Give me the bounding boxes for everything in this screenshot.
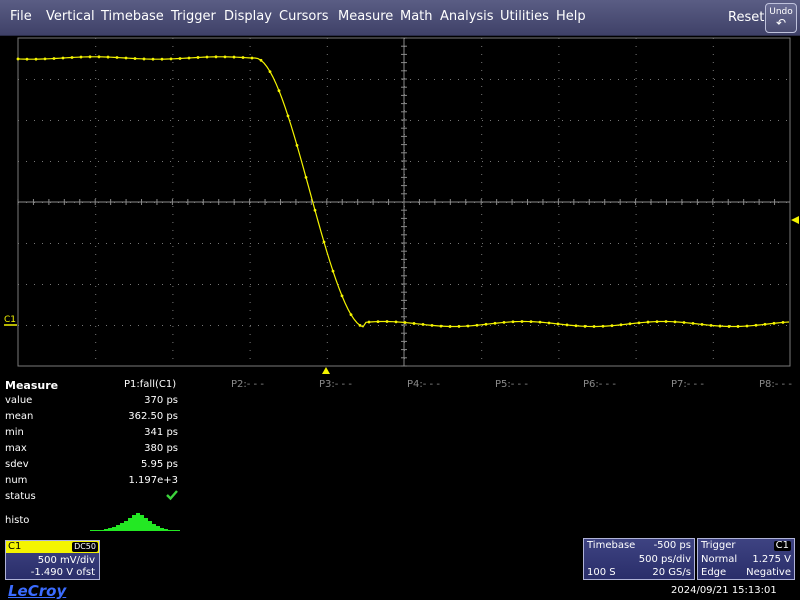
timebase-label: Timebase — [587, 540, 636, 551]
row-value-num: 1.197e+3 — [128, 475, 178, 486]
row-value-max: 380 ps — [144, 443, 178, 454]
reset-button[interactable]: Reset — [728, 10, 764, 25]
undo-button[interactable]: Undo ↶ — [765, 3, 797, 33]
waveform-display[interactable]: C1 — [0, 36, 800, 376]
trigger-level-marker[interactable] — [791, 216, 799, 224]
param-p5-header[interactable]: P5:- - - — [495, 379, 528, 390]
trigger-level: 1.275 V — [752, 554, 791, 565]
param-p1-header[interactable]: P1:fall(C1) — [124, 379, 176, 390]
c1-descriptor-header: C1 DC50 — [6, 541, 99, 553]
param-p2-header[interactable]: P2:- - - — [231, 379, 264, 390]
row-label-value: value — [5, 395, 33, 406]
c1-ground-marker[interactable]: C1 — [4, 315, 16, 325]
menu-file[interactable]: File — [10, 9, 32, 24]
undo-icon: ↶ — [775, 16, 787, 30]
timebase-delay: -500 ps — [653, 540, 691, 551]
menu-analysis[interactable]: Analysis — [440, 9, 494, 24]
menu-measure[interactable]: Measure — [338, 9, 393, 24]
trigger-mode: Normal — [701, 554, 738, 565]
menu-trigger[interactable]: Trigger — [171, 9, 216, 24]
c1-offset: -1.490 V ofst — [30, 567, 95, 578]
c1-label: C1 — [8, 541, 22, 552]
c1-channel-descriptor[interactable]: C1 DC50 500 mV/div -1.490 V ofst — [5, 540, 100, 580]
timebase-descriptor[interactable]: Timebase -500 ps 500 ps/div 100 S 20 GS/… — [583, 538, 695, 580]
measure-table: Measure P1:fall(C1) P2:- - - P3:- - - P4… — [0, 376, 800, 536]
timebase-per-div: 500 ps/div — [638, 554, 691, 565]
param-p4-header[interactable]: P4:- - - — [407, 379, 440, 390]
row-label-mean: mean — [5, 411, 34, 422]
row-value-mean: 362.50 ps — [128, 411, 178, 422]
menu-timebase[interactable]: Timebase — [101, 9, 164, 24]
param-p7-header[interactable]: P7:- - - — [671, 379, 704, 390]
menu-utilities[interactable]: Utilities — [500, 9, 549, 24]
brand-logo[interactable]: LeCroy — [8, 582, 66, 600]
timebase-samples: 100 S — [587, 567, 616, 578]
row-value-min: 341 ps — [144, 427, 178, 438]
row-value-sdev: 5.95 ps — [140, 459, 178, 470]
row-label-min: min — [5, 427, 24, 438]
menu-math[interactable]: Math — [400, 9, 433, 24]
trigger-label: Trigger — [701, 540, 736, 551]
param-p8-header[interactable]: P8:- - - — [759, 379, 792, 390]
param-p6-header[interactable]: P6:- - - — [583, 379, 616, 390]
trigger-slope: Negative — [746, 567, 791, 578]
trigger-channel-badge: C1 — [773, 540, 791, 551]
menu-vertical[interactable]: Vertical — [46, 9, 95, 24]
trigger-descriptor[interactable]: Trigger C1 Normal 1.275 V Edge Negative — [697, 538, 795, 580]
timestamp: 2024/09/21 15:13:01 — [671, 585, 777, 596]
row-label-status: status — [5, 491, 36, 502]
row-label-sdev: sdev — [5, 459, 29, 470]
c1-coupling-badge: DC50 — [72, 542, 98, 552]
trigger-position-marker[interactable] — [322, 367, 330, 374]
menu-cursors[interactable]: Cursors — [279, 9, 329, 24]
row-label-max: max — [5, 443, 27, 454]
menu-display[interactable]: Display — [224, 9, 272, 24]
menu-bar: File Vertical Timebase Trigger Display C… — [0, 0, 800, 36]
status-check-icon — [166, 490, 178, 501]
row-label-num: num — [5, 475, 28, 486]
c1-volts-per-div: 500 mV/div — [37, 555, 95, 566]
param-p3-header[interactable]: P3:- - - — [319, 379, 352, 390]
row-label-histo: histo — [5, 515, 30, 526]
waveform-grid: C1 — [4, 37, 799, 374]
trigger-type: Edge — [701, 567, 727, 578]
measure-title: Measure — [5, 379, 59, 392]
row-value-value: 370 ps — [144, 395, 178, 406]
menu-help[interactable]: Help — [556, 9, 586, 24]
timebase-sample-rate: 20 GS/s — [652, 567, 691, 578]
c1-trace-samples — [16, 55, 785, 328]
histogram-chart[interactable] — [90, 509, 182, 531]
